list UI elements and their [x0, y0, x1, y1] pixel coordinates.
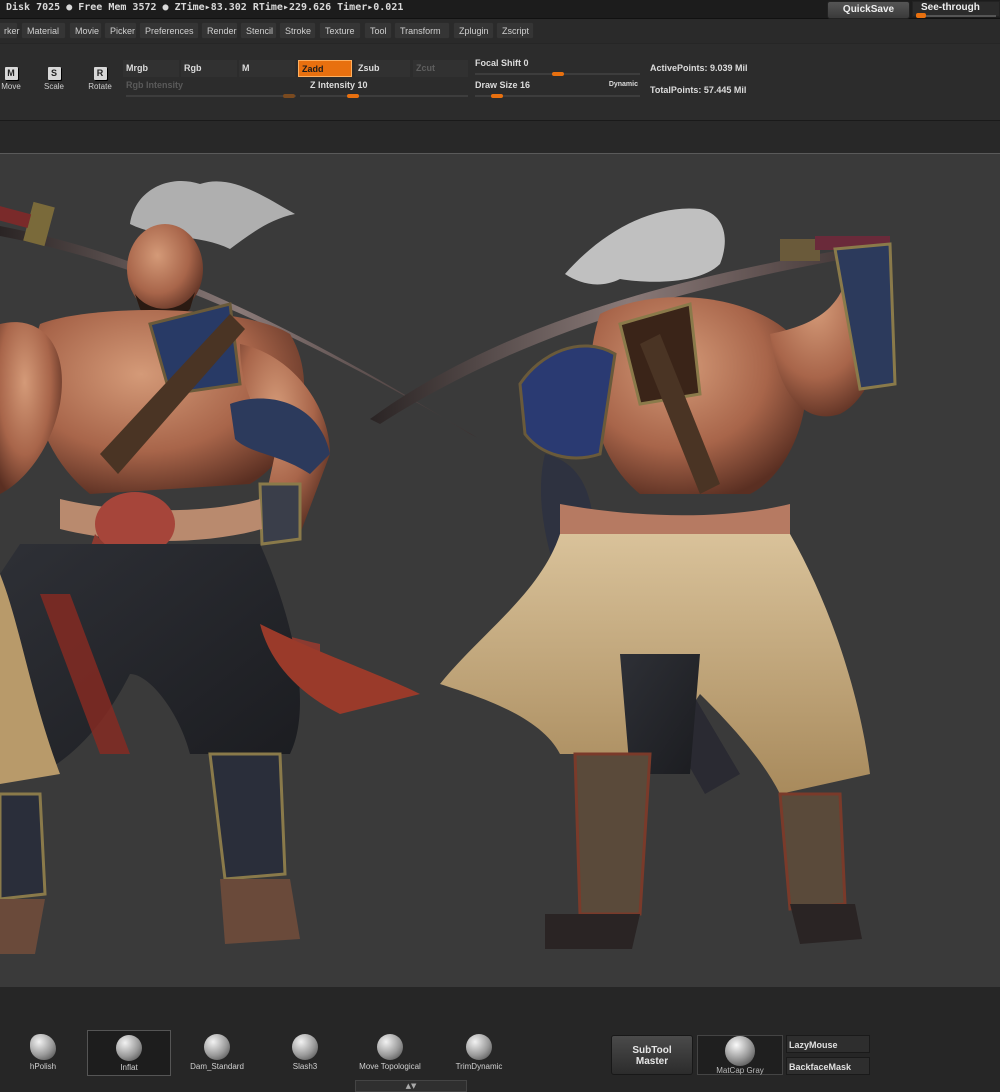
back-figure: [370, 208, 897, 949]
menu-material[interactable]: Material: [21, 22, 66, 39]
mrgb-button[interactable]: Mrgb: [123, 60, 179, 77]
rgb-button[interactable]: Rgb: [181, 60, 237, 77]
active-points: ActivePoints: 9.039 Mil: [650, 63, 748, 73]
zadd-button[interactable]: Zadd: [298, 60, 352, 77]
samurai-render: [0, 180, 897, 954]
menu-preferences[interactable]: Preferences: [139, 22, 199, 39]
rotate-icon: R: [93, 67, 107, 80]
shelf-scroll-arrows[interactable]: ▲▼: [355, 1080, 467, 1092]
brush-label: TrimDynamic: [455, 1062, 503, 1071]
status-text: Disk 7025 ● Free Mem 3572 ● ZTime▸83.302…: [6, 2, 404, 13]
menu-movie[interactable]: Movie: [69, 22, 102, 39]
move-icon: M: [4, 67, 18, 80]
menu-picker[interactable]: Picker: [104, 22, 137, 39]
focal-shift-slider[interactable]: Focal Shift 0: [475, 58, 640, 76]
menu-render[interactable]: Render: [201, 22, 238, 39]
subtool-master-line2: Master: [635, 1056, 669, 1067]
scale-label: Scale: [43, 82, 64, 91]
scale-tool-button[interactable]: S Scale: [37, 67, 71, 103]
inflat-brush-icon: [116, 1035, 142, 1061]
move-tool-button[interactable]: M Move: [0, 67, 28, 103]
menu-marker[interactable]: rker: [0, 22, 20, 39]
m-button[interactable]: M: [239, 60, 295, 77]
trimdynamic-brush-icon: [466, 1034, 492, 1060]
rgb-intensity-label: Rgb Intensity: [126, 80, 184, 90]
dam-standard-brush-icon: [204, 1034, 230, 1060]
slash3-brush-icon: [292, 1034, 318, 1060]
z-intensity-slider[interactable]: Z Intensity 10: [300, 80, 468, 98]
brush-hpolish[interactable]: hPolish: [14, 1030, 72, 1076]
brush-label: hPolish: [29, 1062, 57, 1071]
menu-transform[interactable]: Transform: [394, 22, 450, 39]
menu-zscript[interactable]: Zscript: [496, 22, 534, 39]
menu-stencil[interactable]: Stencil: [240, 22, 277, 39]
zcut-button[interactable]: Zcut: [413, 60, 468, 77]
rotate-label: Rotate: [88, 82, 112, 91]
move-topological-brush-icon: [377, 1034, 403, 1060]
menu-texture[interactable]: Texture: [319, 22, 361, 39]
hpolish-brush-icon: [30, 1034, 56, 1060]
subtool-master-button[interactable]: SubTool Master: [611, 1035, 693, 1075]
lazymouse-button[interactable]: LazyMouse: [786, 1035, 870, 1053]
menu-stroke[interactable]: Stroke: [279, 22, 316, 39]
front-figure: [0, 180, 478, 954]
matcap-material-button[interactable]: MatCap Gray: [697, 1035, 783, 1075]
zsub-button[interactable]: Zsub: [355, 60, 410, 77]
brush-label: Slash3: [292, 1062, 318, 1071]
quicksave-button[interactable]: QuickSave: [827, 1, 910, 19]
move-label: Move: [1, 82, 21, 91]
menu-bar: rker Material Movie Picker Preferences R…: [0, 19, 1000, 43]
see-through-knob[interactable]: [916, 13, 926, 18]
rotate-tool-button[interactable]: R Rotate: [83, 67, 117, 103]
brush-move-topological[interactable]: Move Topological: [350, 1030, 430, 1076]
see-through-slider[interactable]: See-through: [912, 1, 1000, 18]
draw-size-label: Draw Size 16: [475, 80, 531, 90]
subtool-master-line1: SubTool: [632, 1045, 672, 1056]
total-points: TotalPoints: 57.445 Mil: [650, 85, 747, 95]
menu-tool[interactable]: Tool: [364, 22, 392, 39]
backfacemask-button[interactable]: BackfaceMask: [786, 1057, 870, 1075]
z-intensity-label: Z Intensity 10: [310, 80, 368, 90]
z-intensity-knob[interactable]: [347, 94, 359, 98]
rgb-intensity-knob[interactable]: [283, 94, 295, 98]
viewport-canvas[interactable]: [0, 153, 1000, 988]
canvas-header: [0, 121, 1000, 153]
draw-size-slider[interactable]: Draw Size 16 Dynamic: [475, 80, 640, 98]
brush-slash3[interactable]: Slash3: [268, 1030, 342, 1076]
brush-trimdynamic[interactable]: TrimDynamic: [440, 1030, 518, 1076]
focal-shift-knob[interactable]: [552, 72, 564, 76]
draw-size-knob[interactable]: [491, 94, 503, 98]
brush-inflat[interactable]: Inflat: [87, 1030, 171, 1076]
matcap-sphere-icon: [725, 1036, 755, 1066]
brush-label: Inflat: [120, 1063, 138, 1072]
brush-dam-standard[interactable]: Dam_Standard: [180, 1030, 254, 1076]
dynamic-toggle[interactable]: Dynamic: [609, 81, 638, 88]
matcap-label: MatCap Gray: [716, 1066, 764, 1075]
menu-zplugin[interactable]: Zplugin: [453, 22, 494, 39]
top-shelf: M Move S Scale R Rotate Mrgb Rgb M Zadd …: [0, 44, 1000, 121]
brush-label: Dam_Standard: [190, 1062, 244, 1071]
see-through-label: See-through: [921, 2, 980, 13]
rgb-intensity-slider[interactable]: Rgb Intensity: [126, 80, 296, 98]
brush-label: Move Topological: [359, 1062, 421, 1071]
scale-icon: S: [47, 67, 61, 80]
focal-shift-label: Focal Shift 0: [475, 58, 529, 68]
